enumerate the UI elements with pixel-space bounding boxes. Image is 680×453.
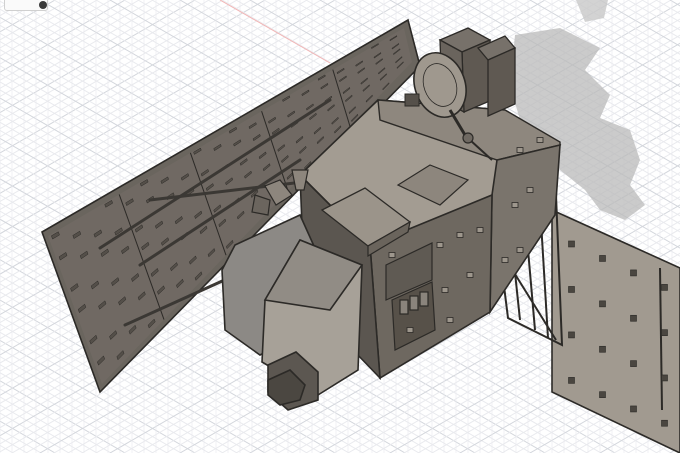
fastener (456, 232, 464, 238)
solar-cell (568, 331, 575, 339)
antenna-joint (462, 132, 474, 144)
fastener (511, 202, 519, 208)
solar-cell (661, 374, 668, 382)
eye-icon[interactable] (39, 1, 47, 9)
fastener (466, 272, 474, 278)
fastener (436, 242, 444, 248)
visibility-toggle[interactable] (4, 0, 48, 11)
cad-viewport[interactable] (0, 0, 680, 453)
fastener (516, 247, 524, 253)
fastener (476, 227, 484, 233)
solar-cell (630, 405, 637, 413)
solar-cell (630, 314, 637, 322)
solar-cell (599, 255, 606, 262)
solar-cell (630, 360, 637, 367)
bus-right-face (489, 143, 561, 315)
solar-cell (661, 419, 668, 427)
fastener (526, 187, 534, 193)
solar-cell (599, 300, 606, 308)
solar-cell (661, 284, 668, 291)
antenna-feed (404, 93, 420, 107)
solar-cell (630, 269, 637, 277)
fastener (388, 252, 396, 258)
fastener (441, 287, 449, 293)
solar-cell (568, 240, 575, 248)
fastener (516, 147, 524, 153)
model-canvas[interactable] (0, 0, 680, 453)
solar-cell (599, 391, 606, 398)
model-shadow-top (576, 0, 608, 22)
fastener (446, 317, 454, 323)
solar-cell (661, 329, 668, 336)
solar-cell (568, 377, 575, 384)
solar-cell (568, 286, 575, 293)
solar-cell (599, 345, 606, 353)
fastener (501, 257, 509, 263)
fastener (536, 137, 544, 143)
fastener (406, 327, 414, 333)
origin-axis-line (219, 0, 331, 64)
